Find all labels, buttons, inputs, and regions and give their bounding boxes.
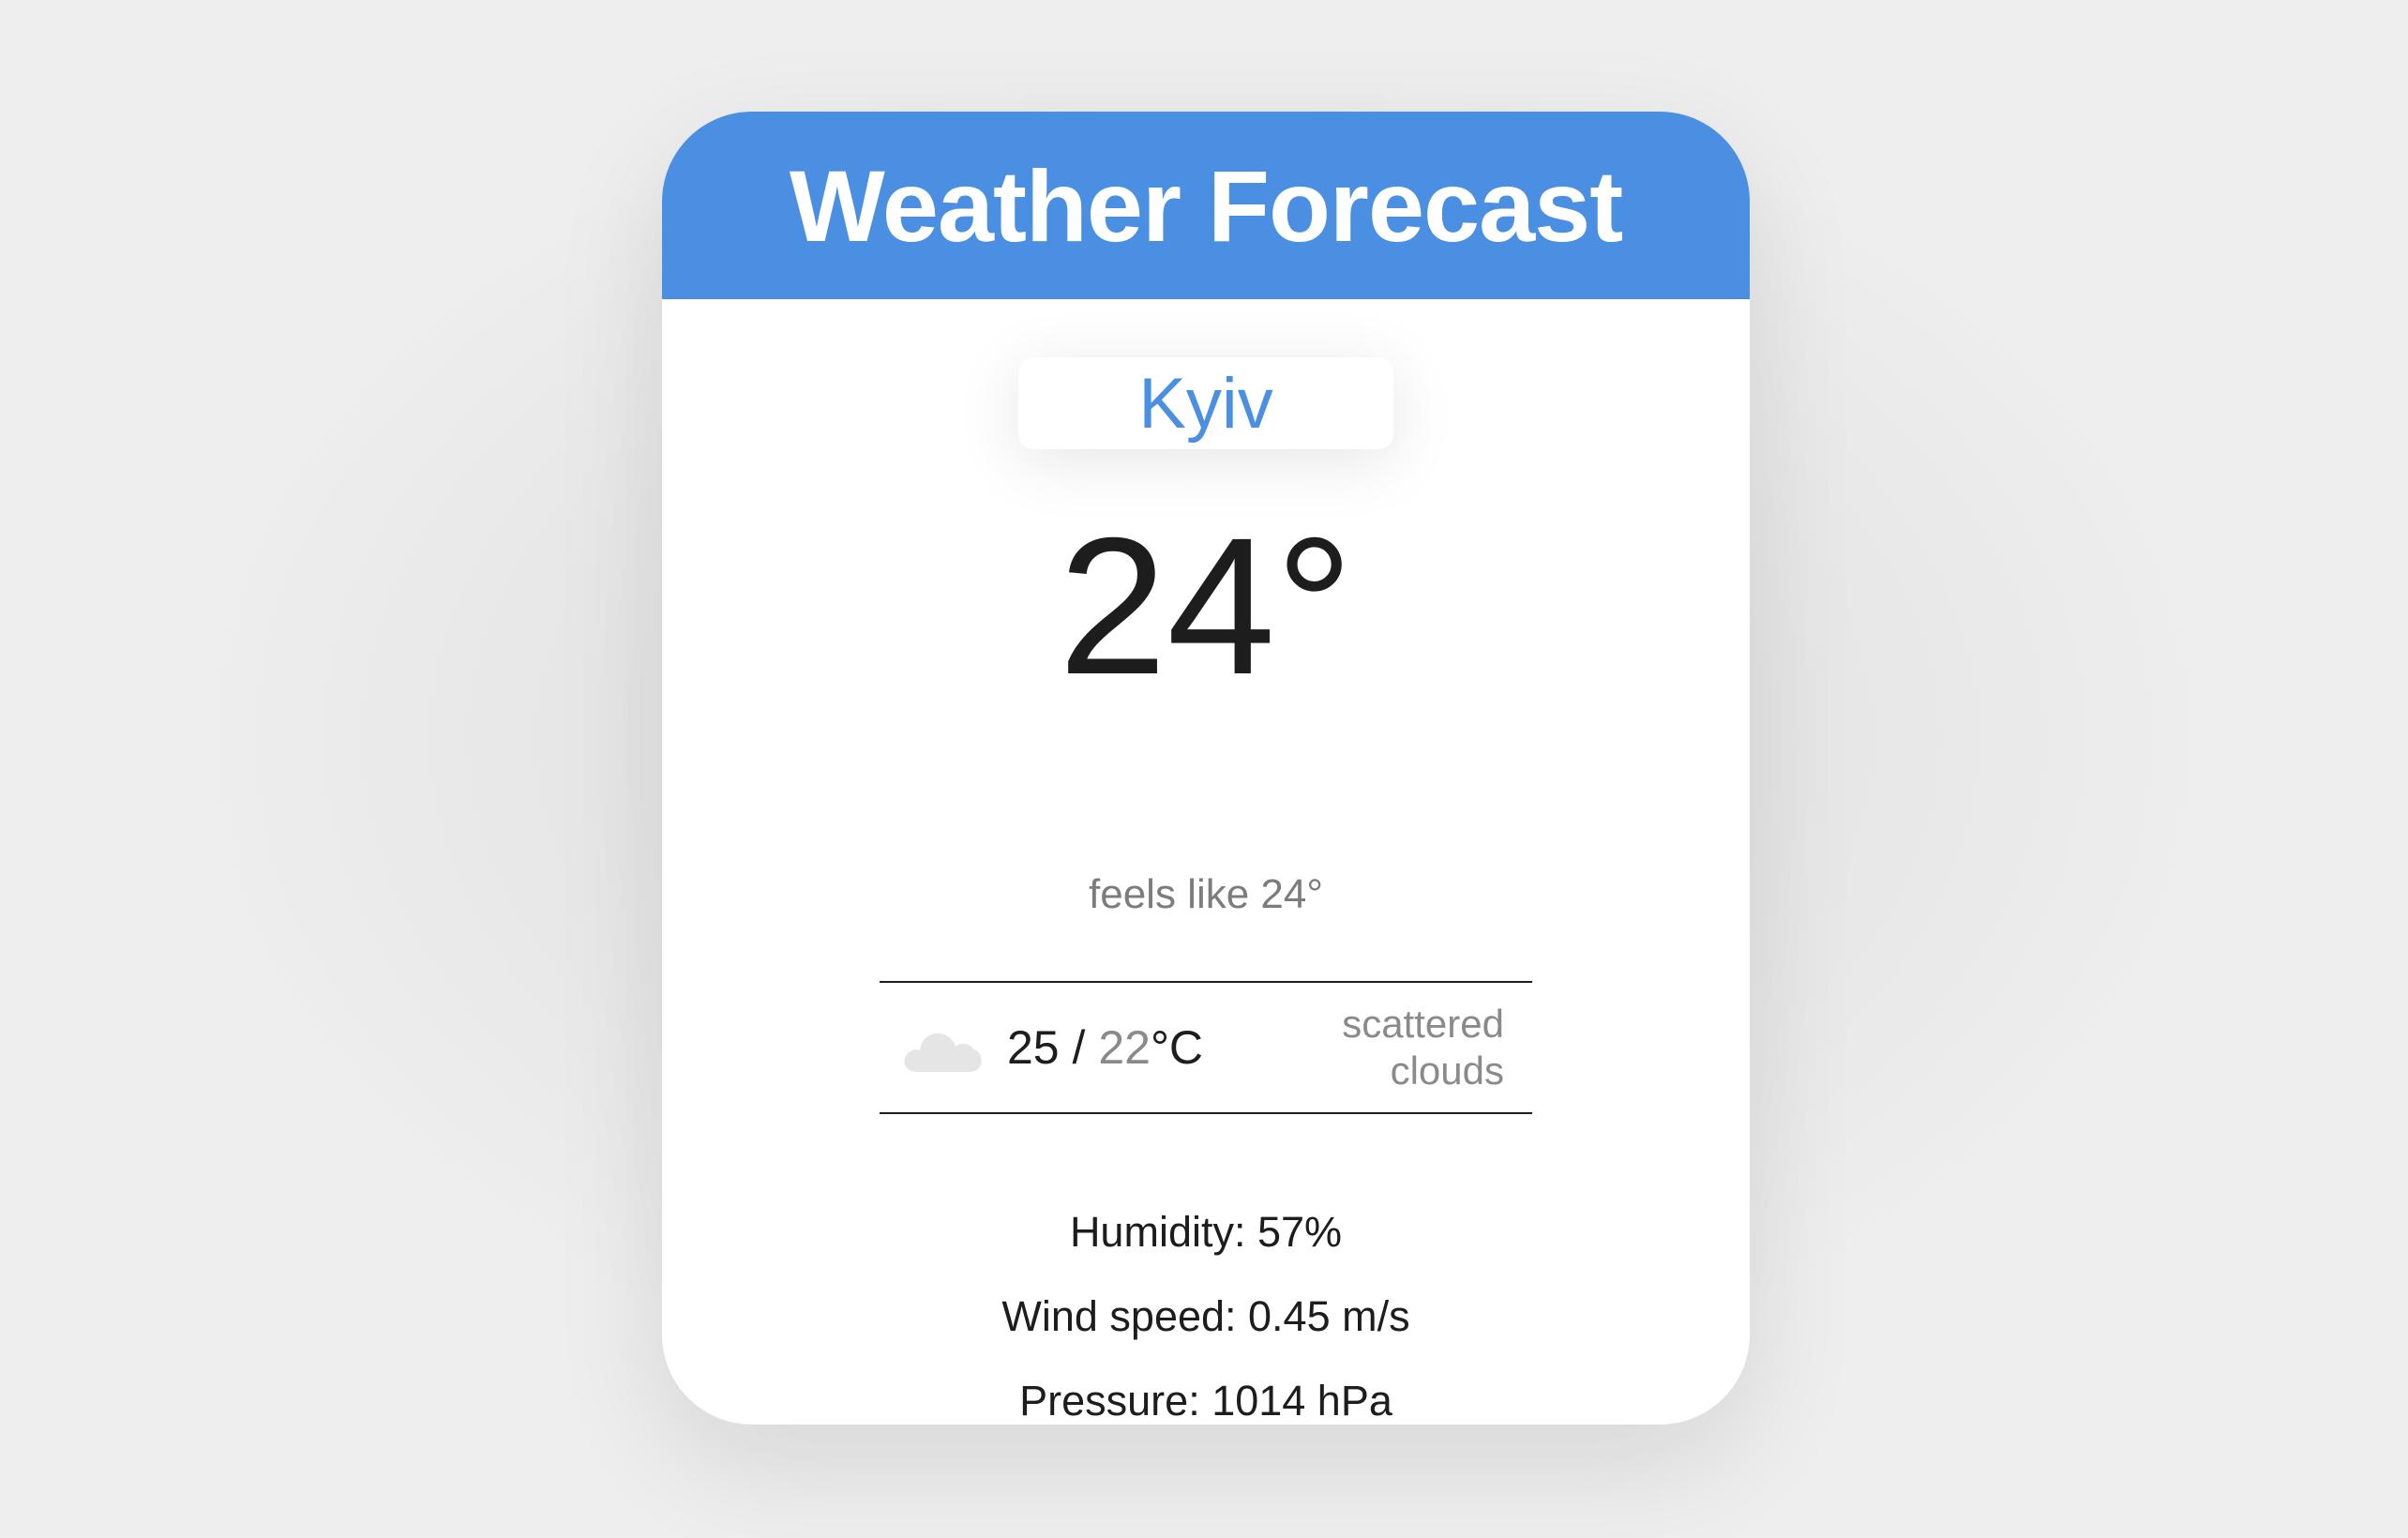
temperature-range: 25 / 22°C: [1007, 1020, 1203, 1075]
range-separator: /: [1059, 1021, 1099, 1074]
weather-description: scattered clouds: [1342, 1002, 1504, 1093]
weather-details: Humidity: 57% Wind speed: 0.45 m/s Press…: [662, 1190, 1750, 1425]
temperature-range-group: 25 / 22°C: [880, 1020, 1203, 1075]
wind-speed-value: Wind speed: 0.45 m/s: [1001, 1292, 1410, 1340]
feels-like-text: feels like 24°: [1089, 871, 1323, 917]
current-temperature: 24°: [1058, 498, 1354, 716]
temperature-unit: °C: [1150, 1021, 1204, 1074]
pressure-value: Pressure: 1014 hPa: [1019, 1377, 1392, 1425]
page-background: Weather Forecast Kyiv 24° feels like 24°…: [0, 0, 2408, 1538]
card-header: Weather Forecast: [662, 112, 1750, 299]
page-title: Weather Forecast: [789, 148, 1623, 263]
high-temperature: 25: [1007, 1021, 1060, 1074]
forecast-summary-row: 25 / 22°C scattered clouds: [880, 981, 1532, 1114]
low-temperature: 22: [1098, 1021, 1151, 1074]
humidity-value: Humidity: 57%: [1069, 1208, 1343, 1256]
cloud-icon: [900, 1021, 983, 1074]
weather-card: Weather Forecast Kyiv 24° feels like 24°…: [662, 112, 1750, 1425]
city-name[interactable]: Kyiv: [1018, 357, 1393, 449]
